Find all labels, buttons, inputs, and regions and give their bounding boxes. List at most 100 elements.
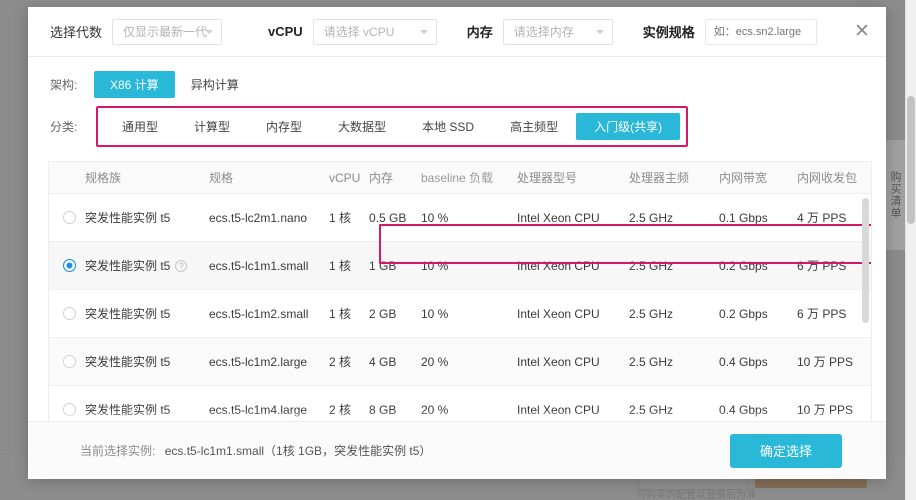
generation-select[interactable]: 仅显示最新一代 (112, 19, 222, 45)
cell-pps: 10 万 PPS (797, 353, 872, 370)
row-radio-cell[interactable] (49, 307, 85, 320)
cell-baseline: 20 % (421, 403, 517, 417)
row-radio-cell[interactable] (49, 355, 85, 368)
cell-family: 突发性能实例 t5 (85, 209, 209, 226)
cell-family: 突发性能实例 t5 (85, 353, 209, 370)
category-option-memory[interactable]: 内存型 (248, 113, 320, 140)
vcpu-label: vCPU (268, 24, 303, 39)
selection-summary-value: ecs.t5-lc1m1.small（1核 1GB，突发性能实例 t5） (165, 444, 432, 458)
radio-icon[interactable] (63, 355, 76, 368)
cell-memory: 1 GB (369, 259, 421, 273)
table-scrollbar-thumb[interactable] (862, 198, 869, 323)
cell-cpu-freq: 2.5 GHz (629, 307, 719, 321)
radio-icon[interactable] (63, 211, 76, 224)
category-option-compute[interactable]: 计算型 (176, 113, 248, 140)
page-scrollbar-thumb[interactable] (907, 96, 915, 224)
memory-label: 内存 (467, 22, 493, 41)
vcpu-select-value: 请选择 vCPU (324, 23, 395, 40)
table-header-cpu-model: 处理器型号 (517, 169, 629, 186)
table-header-bandwidth: 内网带宽 (719, 169, 797, 186)
cell-cpu-freq: 2.5 GHz (629, 403, 719, 417)
cell-pps: 6 万 PPS (797, 257, 872, 274)
memory-select[interactable]: 请选择内存 (503, 19, 613, 45)
instance-spec-label: 实例规格 (643, 22, 695, 41)
close-icon[interactable]: ✕ (852, 21, 872, 41)
table-row[interactable]: 突发性能实例 t5ecs.t5-lc2m1.nano1 核0.5 GB10 %I… (49, 194, 871, 242)
cell-memory: 8 GB (369, 403, 421, 417)
cell-spec: ecs.t5-lc1m4.large (209, 403, 329, 417)
table-scrollbar[interactable] (862, 198, 869, 423)
row-radio-cell[interactable] (49, 259, 85, 272)
cell-cpu-model: Intel Xeon CPU (517, 403, 629, 417)
cell-bandwidth: 0.2 Gbps (719, 307, 797, 321)
table-header-row: 规格族 规格 vCPU 内存 baseline 负载 处理器型号 处理器主频 内… (49, 162, 871, 194)
modal-footer: 当前选择实例: ecs.t5-lc1m1.small（1核 1GB，突发性能实例… (28, 421, 886, 479)
cell-memory: 0.5 GB (369, 211, 421, 225)
cell-cpu-freq: 2.5 GHz (629, 355, 719, 369)
cell-family: 突发性能实例 t5? (85, 257, 209, 274)
memory-select-value: 请选择内存 (514, 23, 574, 40)
instance-type-table: 规格族 规格 vCPU 内存 baseline 负载 处理器型号 处理器主频 内… (48, 161, 872, 427)
category-option-general[interactable]: 通用型 (104, 113, 176, 140)
architecture-option-heterogeneous[interactable]: 异构计算 (175, 71, 255, 98)
cell-pps: 4 万 PPS (797, 209, 872, 226)
table-header-spec: 规格 (209, 169, 329, 186)
selection-summary: 当前选择实例: ecs.t5-lc1m1.small（1核 1GB，突发性能实例… (80, 442, 431, 459)
category-option-local-ssd[interactable]: 本地 SSD (404, 113, 492, 140)
cell-spec: ecs.t5-lc1m2.large (209, 355, 329, 369)
cell-bandwidth: 0.2 Gbps (719, 259, 797, 273)
selection-summary-label: 当前选择实例: (80, 444, 155, 458)
modal-header: 选择代数 仅显示最新一代 vCPU 请选择 vCPU 内存 请选择内存 实例规格… (28, 7, 886, 57)
category-options-group: 通用型 计算型 内存型 大数据型 本地 SSD 高主频型 入门级(共享) (96, 106, 688, 147)
table-header-pps: 内网收发包 (797, 169, 872, 186)
table-header-vcpu: vCPU (329, 171, 369, 185)
cell-spec: ecs.t5-lc1m2.small (209, 307, 329, 321)
cell-spec: ecs.t5-lc1m1.small (209, 259, 329, 273)
cell-vcpu: 2 核 (329, 353, 369, 370)
info-icon[interactable]: ? (175, 260, 187, 272)
cell-vcpu: 1 核 (329, 305, 369, 322)
cell-pps: 6 万 PPS (797, 305, 872, 322)
table-header-family: 规格族 (85, 169, 209, 186)
page-scrollbar[interactable] (905, 0, 916, 500)
instance-spec-input[interactable] (705, 19, 817, 45)
category-option-entry-shared[interactable]: 入门级(共享) (576, 113, 680, 140)
cell-baseline: 10 % (421, 259, 517, 273)
vcpu-select[interactable]: 请选择 vCPU (313, 19, 437, 45)
category-option-bigdata[interactable]: 大数据型 (320, 113, 404, 140)
cell-cpu-model: Intel Xeon CPU (517, 307, 629, 321)
cell-bandwidth: 0.1 Gbps (719, 211, 797, 225)
table-row[interactable]: 突发性能实例 t5ecs.t5-lc1m2.large2 核4 GB20 %In… (49, 338, 871, 386)
filter-section: 架构: X86 计算 异构计算 分类: 通用型 计算型 内存型 大数据型 本地 … (28, 57, 886, 151)
chevron-down-icon (205, 30, 213, 34)
radio-selected-icon[interactable] (63, 259, 76, 272)
architecture-row: 架构: X86 计算 异构计算 (50, 69, 886, 99)
table-row[interactable]: 突发性能实例 t5?ecs.t5-lc1m1.small1 核1 GB10 %I… (49, 242, 871, 290)
instance-type-selector-modal: 选择代数 仅显示最新一代 vCPU 请选择 vCPU 内存 请选择内存 实例规格… (28, 7, 886, 479)
cell-memory: 4 GB (369, 355, 421, 369)
cell-bandwidth: 0.4 Gbps (719, 403, 797, 417)
category-option-high-frequency[interactable]: 高主频型 (492, 113, 576, 140)
row-radio-cell[interactable] (49, 403, 85, 416)
table-header-memory: 内存 (369, 169, 421, 186)
cell-cpu-freq: 2.5 GHz (629, 211, 719, 225)
cell-spec: ecs.t5-lc2m1.nano (209, 211, 329, 225)
cell-vcpu: 1 核 (329, 257, 369, 274)
chevron-down-icon (420, 30, 428, 34)
category-row: 分类: 通用型 计算型 内存型 大数据型 本地 SSD 高主频型 入门级(共享) (50, 106, 886, 147)
generation-select-value: 仅显示最新一代 (123, 23, 207, 40)
table-header-cpu-freq: 处理器主频 (629, 169, 719, 186)
cell-cpu-model: Intel Xeon CPU (517, 211, 629, 225)
row-radio-cell[interactable] (49, 211, 85, 224)
table-row[interactable]: 突发性能实例 t5ecs.t5-lc1m2.small1 核2 GB10 %In… (49, 290, 871, 338)
cell-memory: 2 GB (369, 307, 421, 321)
radio-icon[interactable] (63, 403, 76, 416)
radio-icon[interactable] (63, 307, 76, 320)
architecture-option-x86[interactable]: X86 计算 (94, 71, 175, 98)
cell-cpu-model: Intel Xeon CPU (517, 355, 629, 369)
confirm-button[interactable]: 确定选择 (730, 434, 842, 468)
purchase-list-side-tab[interactable]: 购买清单 (885, 140, 905, 250)
cell-vcpu: 2 核 (329, 401, 369, 418)
chevron-down-icon (596, 30, 604, 34)
table-header-baseline: baseline 负载 (421, 169, 517, 186)
